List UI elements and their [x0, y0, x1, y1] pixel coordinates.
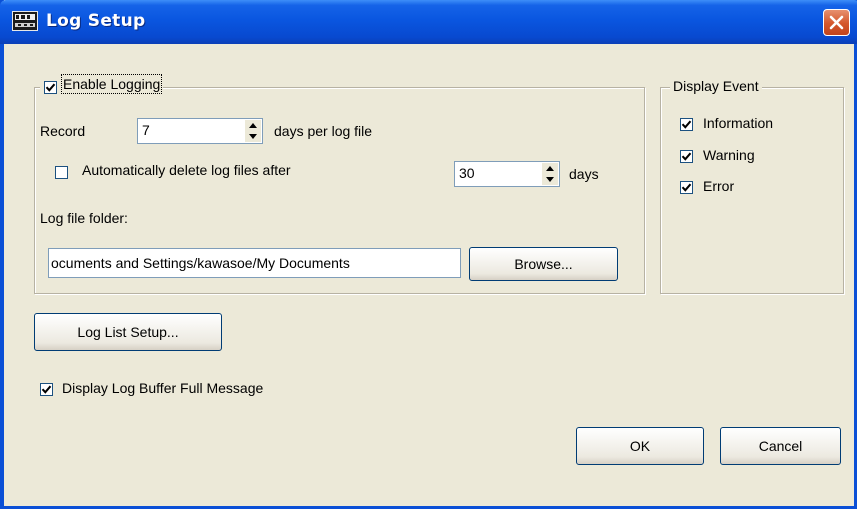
spin-down-button[interactable]: [542, 174, 558, 185]
record-days-value: 7: [142, 122, 150, 138]
warning-label[interactable]: Warning: [703, 147, 755, 163]
enable-logging-label[interactable]: Enable Logging: [60, 74, 163, 94]
log-folder-value: ocuments and Settings/kawasoe/My Documen…: [51, 255, 350, 271]
buffer-full-message-label[interactable]: Display Log Buffer Full Message: [62, 380, 263, 396]
spin-down-button[interactable]: [245, 131, 261, 142]
arrow-up-icon: [546, 166, 554, 171]
enable-logging-checkbox[interactable]: [44, 81, 57, 94]
error-checkbox[interactable]: [680, 181, 693, 194]
dme-app-icon: [12, 11, 38, 31]
log-setup-dialog: Log Setup Enable Logging Record 7 days p…: [0, 0, 857, 509]
cancel-button[interactable]: Cancel: [720, 427, 841, 465]
arrow-down-icon: [249, 134, 257, 139]
window-title: Log Setup: [46, 11, 146, 31]
close-button[interactable]: [823, 9, 850, 36]
close-icon: [829, 15, 844, 30]
information-label[interactable]: Information: [703, 115, 773, 131]
buffer-full-message-checkbox[interactable]: [40, 383, 53, 396]
error-label[interactable]: Error: [703, 178, 734, 194]
spin-up-button[interactable]: [245, 120, 261, 131]
title-bar[interactable]: Log Setup: [0, 0, 857, 44]
record-suffix-label: days per log file: [274, 123, 373, 139]
arrow-up-icon: [249, 123, 257, 128]
auto-delete-days-value: 30: [459, 165, 475, 181]
display-event-legend: Display Event: [670, 78, 762, 94]
log-folder-input[interactable]: ocuments and Settings/kawasoe/My Documen…: [48, 248, 461, 278]
spin-up-button[interactable]: [542, 163, 558, 174]
auto-delete-label[interactable]: Automatically delete log files after: [82, 162, 291, 178]
information-checkbox[interactable]: [680, 118, 693, 131]
auto-delete-checkbox[interactable]: [55, 166, 68, 179]
record-days-spinner[interactable]: 7: [137, 118, 263, 144]
enable-logging-legend: Enable Logging: [40, 74, 164, 100]
record-label: Record: [40, 123, 86, 139]
ok-button[interactable]: OK: [576, 427, 704, 465]
auto-delete-suffix-label: days: [569, 166, 599, 182]
browse-button[interactable]: Browse...: [469, 247, 618, 281]
log-folder-label: Log file folder:: [40, 210, 128, 226]
log-list-setup-button[interactable]: Log List Setup...: [34, 313, 222, 351]
arrow-down-icon: [546, 177, 554, 182]
warning-checkbox[interactable]: [680, 150, 693, 163]
auto-delete-days-spinner[interactable]: 30: [454, 161, 560, 187]
